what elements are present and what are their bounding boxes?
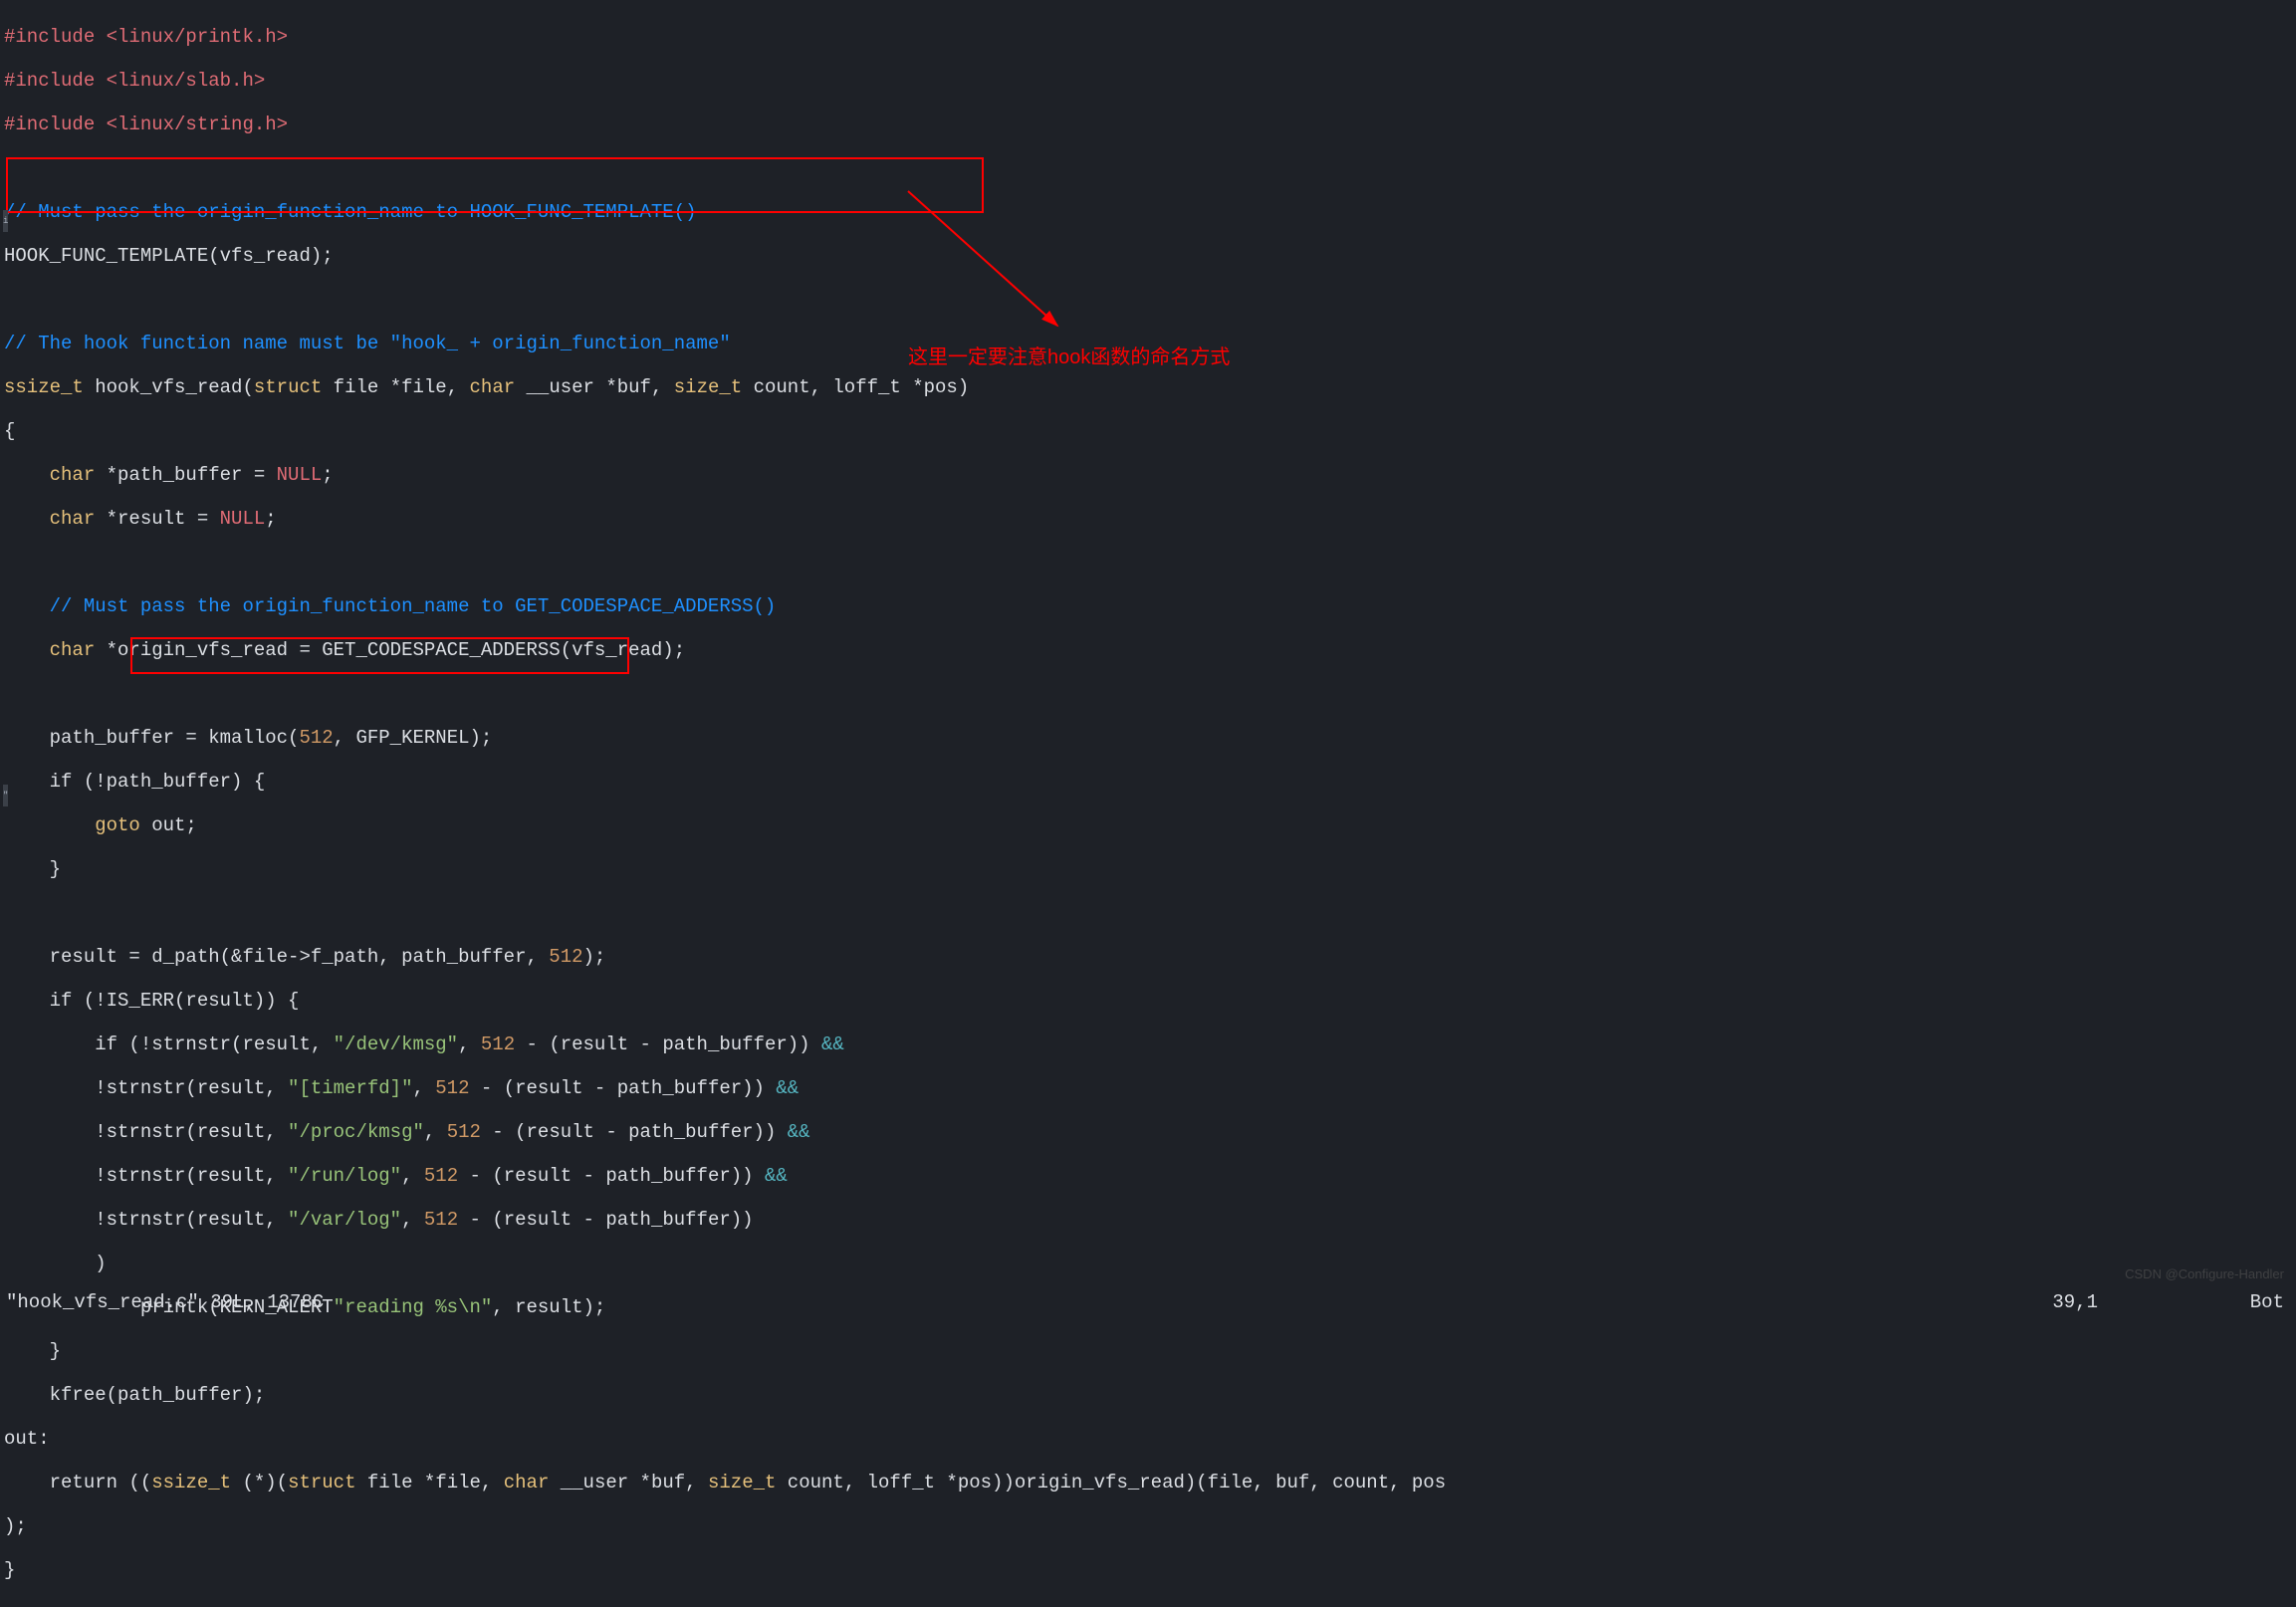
label-out: out: xyxy=(4,1428,2292,1450)
type-char: char xyxy=(470,376,516,398)
keyword-struct: struct xyxy=(254,376,322,398)
comment: // Must pass the origin_function_name to… xyxy=(50,595,777,617)
include-path: <linux/slab.h> xyxy=(95,70,265,92)
comment: // Must pass the origin_function_name to… xyxy=(4,201,697,223)
preproc-include: #include xyxy=(4,26,95,48)
number-literal: 512 xyxy=(299,727,333,749)
comment: // The hook function name must be "hook_… xyxy=(4,333,731,354)
func-name: hook_vfs_read( xyxy=(84,376,254,398)
operator-and: && xyxy=(821,1033,844,1055)
fold-marker: " xyxy=(3,785,8,806)
status-scroll: Bot xyxy=(2250,1291,2284,1313)
code-line: HOOK_FUNC_TEMPLATE(vfs_read); xyxy=(4,245,2292,267)
status-cursor-pos: 39,1 xyxy=(2052,1291,2098,1313)
type-sizet: size_t xyxy=(674,376,742,398)
keyword-goto: goto xyxy=(95,814,140,836)
string-literal: "/dev/kmsg" xyxy=(334,1033,458,1055)
include-path: <linux/string.h> xyxy=(95,114,288,135)
watermark-text: CSDN @Configure-Handler xyxy=(2125,1263,2284,1285)
vim-status-bar: "hook_vfs_read.c" 39L, 1378C 39,1 Bot xyxy=(6,1291,2290,1313)
annotation-text: 这里一定要注意hook函数的命名方式 xyxy=(908,346,1230,368)
preproc-include: #include xyxy=(4,70,95,92)
preproc-include: #include xyxy=(4,114,95,135)
type-ssizet: ssize_t xyxy=(4,376,84,398)
code-editor[interactable]: #include <linux/printk.h> #include <linu… xyxy=(0,0,2296,1607)
fold-marker: i xyxy=(3,210,8,232)
include-path: <linux/printk.h> xyxy=(95,26,288,48)
status-file-info: "hook_vfs_read.c" 39L, 1378C xyxy=(6,1291,324,1313)
null-literal: NULL xyxy=(277,464,323,486)
